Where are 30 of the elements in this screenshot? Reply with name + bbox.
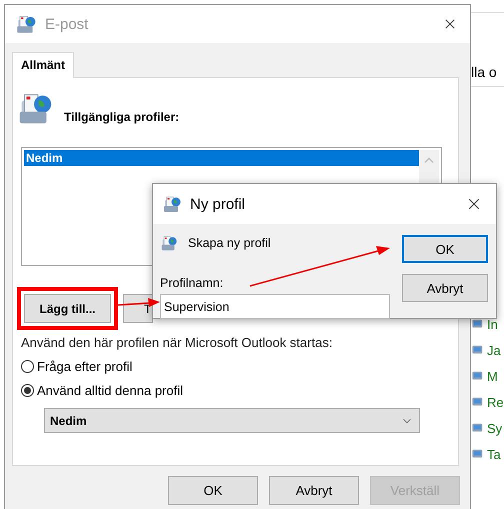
tab[interactable]: Allmänt	[12, 52, 74, 78]
list-item-label[interactable]: Ja	[487, 342, 501, 358]
window-title: Ny profil	[190, 196, 246, 212]
profile-name-field[interactable]: Supervision	[160, 294, 390, 319]
radio-label: Använd alltid denna profil	[37, 383, 183, 398]
radio-button[interactable]	[21, 384, 34, 397]
list-item-label[interactable]: Sy	[487, 420, 502, 436]
field-label: Profilnamn:	[160, 276, 224, 290]
mail-profile-icon	[15, 13, 37, 35]
startup-label: Använd den här profilen när Microsoft Outlook startas:	[21, 335, 334, 350]
profile-dropdown[interactable]: Nedim	[44, 408, 420, 433]
button[interactable]: Avbryt	[269, 476, 359, 505]
dialog-heading: Skapa ny profil	[188, 236, 271, 250]
list-item-label[interactable]: Ta	[487, 446, 501, 462]
list-item-label[interactable]: Re	[487, 394, 504, 410]
close-icon	[443, 17, 457, 31]
mail-profile-icon	[160, 234, 178, 252]
close-icon	[466, 196, 482, 212]
list-item-label[interactable]: In	[487, 316, 498, 332]
mail-profile-icon	[162, 194, 182, 214]
button[interactable]: Avbryt	[402, 274, 488, 302]
window-title: E-post	[45, 16, 88, 32]
button[interactable]: OK	[402, 235, 488, 263]
section-label: Tillgängliga profiler:	[64, 110, 180, 126]
button[interactable]: Lägg till...	[24, 294, 111, 323]
radio-button[interactable]	[21, 360, 34, 373]
list-item[interactable]: Nedim	[24, 150, 419, 166]
list-item-label[interactable]: M	[487, 368, 498, 384]
radio-label: Fråga efter profil	[37, 359, 132, 374]
button[interactable]: OK	[168, 476, 258, 505]
